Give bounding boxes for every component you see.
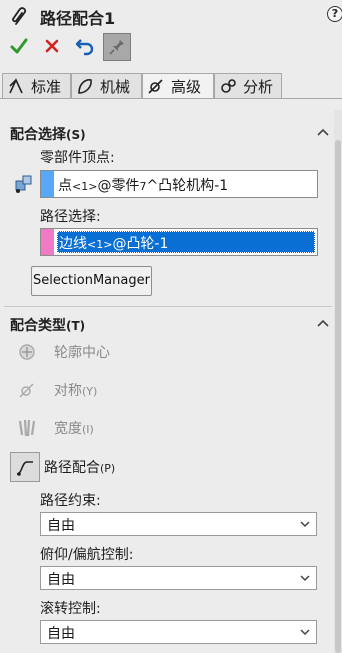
mate-type-profile-center[interactable]: 轮廓中心 [12,339,110,365]
tab-standard[interactable]: 标准 [2,73,71,99]
path-selection-box[interactable]: 边线<1>@凸轮-1 [40,228,318,256]
pitch-yaw-label: 俯仰/偏航控制: [40,547,134,563]
mechanical-mate-icon [78,79,92,94]
mate-selections-heading[interactable]: 配合选择(S) [10,124,86,144]
undo-icon[interactable] [74,36,96,56]
vertex-label: 零部件顶点: [40,150,115,166]
path-selection-label: 路径选择: [40,209,101,225]
roll-control-label: 滚转控制: [40,601,101,617]
tab-mechanical-label: 机械 [100,77,131,96]
tab-standard-label: 标准 [31,77,62,96]
scrollbar-thumb[interactable] [335,140,341,653]
mate-types-heading[interactable]: 配合类型(T) [10,315,85,335]
chevron-down-icon [300,575,310,582]
vertex-selection-item[interactable]: 点<1>@零件7^凸轮机构-1 [58,175,228,195]
mate-tab-bar: 标准 机械 高级 分析 [2,73,342,99]
mate-type-path-mate[interactable]: 路径配合(P) [10,452,115,482]
mate-type-symmetric[interactable]: 对称(Y) [12,377,97,403]
pushpin-icon [109,40,124,55]
path-constraint-dropdown[interactable]: 自由 [40,512,317,536]
page-title: 路径配合1 [40,9,116,28]
pitch-yaw-dropdown[interactable]: 自由 [40,566,317,590]
tab-analysis-label: 分析 [243,77,274,96]
tab-analysis[interactable]: 分析 [214,73,282,99]
analysis-icon [221,79,236,93]
property-manager-header: 路径配合1 ? [0,0,342,30]
chevron-down-icon [300,521,310,528]
collapse-chevron-up-icon[interactable] [316,127,330,137]
help-icon[interactable]: ? [327,6,342,22]
path-color-swatch [41,229,54,255]
component-vertex-icon [15,175,32,193]
tab-advanced[interactable]: 高级 [142,73,214,99]
keep-visible-pin-button[interactable] [103,33,131,61]
path-selection-item[interactable]: 边线<1>@凸轮-1 [57,231,315,253]
chevron-down-icon [300,629,310,636]
roll-control-dropdown[interactable]: 自由 [40,620,317,644]
path-mate-icon [10,452,40,482]
symmetric-icon [12,375,42,405]
section-divider [4,306,332,307]
path-selection-text: 边线<1>@凸轮-1 [59,236,169,252]
tab-advanced-label: 高级 [171,77,202,96]
paperclip-icon [12,7,27,25]
ok-check-icon[interactable] [10,36,28,56]
cancel-x-icon[interactable] [44,38,60,54]
component-vertex-selection-box[interactable]: 点<1>@零件7^凸轮机构-1 [40,170,318,198]
mate-type-width[interactable]: 宽度(I) [12,415,94,441]
advanced-mate-icon [148,79,163,94]
vertex-color-swatch [41,171,54,197]
tab-divider [0,98,342,99]
selection-manager-button[interactable]: SelectionManager [31,266,152,296]
standard-mate-icon [9,78,23,94]
collapse-chevron-up-icon[interactable] [316,318,330,328]
width-icon [12,413,42,443]
path-constraint-label: 路径约束: [40,493,101,509]
profile-center-icon [12,337,42,367]
tab-mechanical[interactable]: 机械 [71,73,142,99]
